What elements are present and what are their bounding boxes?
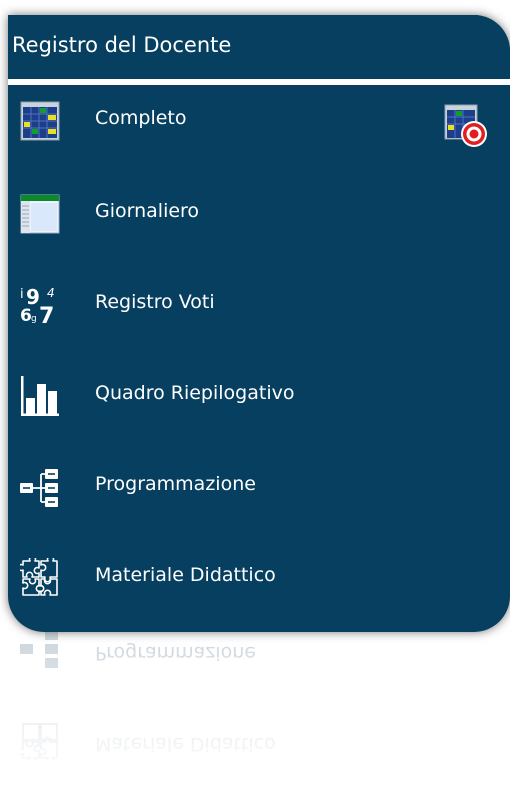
grades-numbers-icon: i 9 4 6 g 7 xyxy=(20,285,55,325)
menu-item-label: Registro Voti xyxy=(95,291,215,313)
menu-item-label: Giornaliero xyxy=(95,200,200,222)
panel-reflection: Materiale Didattico Programmazione xyxy=(8,632,510,797)
teacher-register-panel: Registro del Docente Completo Giornalier… xyxy=(8,15,510,632)
reflection-fade xyxy=(8,632,510,797)
reflection-item: Programmazione xyxy=(8,632,510,686)
menu-item-registro-voti[interactable]: i 9 4 6 g 7 Registro Voti xyxy=(8,269,510,345)
reflection-label: Programmazione xyxy=(95,642,256,664)
hierarchy-icon xyxy=(20,632,58,668)
menu-item-completo[interactable]: Completo xyxy=(8,85,510,161)
menu-item-label: Quadro Riepilogativo xyxy=(95,382,295,404)
reflection-label: Materiale Didattico xyxy=(95,733,276,755)
daily-sheet-icon xyxy=(20,194,60,234)
reflection-item: Materiale Didattico xyxy=(8,701,510,777)
menu-item-programmazione[interactable]: Programmazione xyxy=(8,451,510,527)
bar-chart-icon xyxy=(21,376,59,416)
puzzle-icon xyxy=(20,723,58,761)
svg-text:i: i xyxy=(20,287,24,302)
menu-item-label: Completo xyxy=(95,107,187,129)
menu-item-materiale-didattico[interactable]: Materiale Didattico xyxy=(8,542,510,618)
grid-calendar-icon xyxy=(20,101,60,141)
svg-text:g: g xyxy=(31,314,37,324)
menu-item-giornaliero[interactable]: Giornaliero xyxy=(8,178,510,254)
svg-text:4: 4 xyxy=(47,286,55,300)
hierarchy-icon xyxy=(20,469,58,507)
reflection-content: Materiale Didattico Programmazione xyxy=(8,632,510,782)
svg-text:7: 7 xyxy=(39,304,54,325)
menu-item-label: Programmazione xyxy=(95,473,256,495)
puzzle-icon xyxy=(20,558,58,596)
calendar-target-icon[interactable] xyxy=(444,104,488,148)
panel-title: Registro del Docente xyxy=(8,15,510,85)
menu-item-label: Materiale Didattico xyxy=(95,564,276,586)
menu-item-quadro-riepilogativo[interactable]: Quadro Riepilogativo xyxy=(8,360,510,436)
